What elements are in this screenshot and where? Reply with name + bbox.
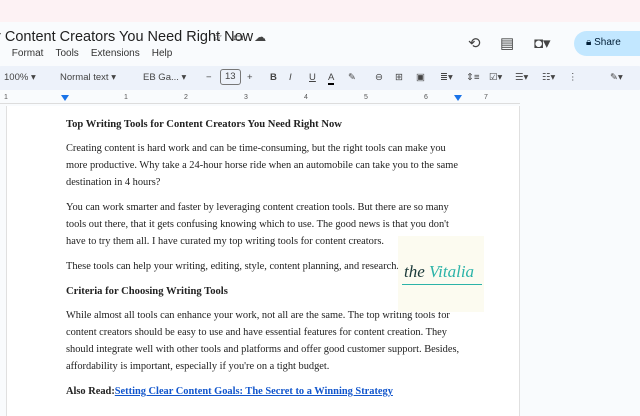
font-select[interactable]: EB Ga... ▾ xyxy=(143,72,186,83)
highlight-icon[interactable]: ✎ xyxy=(348,72,356,83)
bold-icon[interactable]: B xyxy=(270,72,277,83)
increase-font-button[interactable]: + xyxy=(247,72,253,83)
cloud-status-icon[interactable]: ☁ xyxy=(254,30,266,44)
add-comment-icon[interactable]: ⊞ xyxy=(395,72,403,83)
underline-icon[interactable]: U xyxy=(309,72,316,83)
right-indent-marker[interactable] xyxy=(454,95,462,101)
zoom-value: 100% xyxy=(4,72,29,83)
browser-strip xyxy=(0,0,640,22)
toolbar: 100% ▾ Normal text ▾ EB Ga... ▾ − 13 + B… xyxy=(0,66,640,90)
menu-extensions[interactable]: Extensions xyxy=(91,48,140,59)
menu-bar: t Format Tools Extensions Help xyxy=(0,48,173,59)
more-icon[interactable]: ⋮ xyxy=(568,72,578,83)
style-select[interactable]: Normal text ▾ xyxy=(60,72,116,83)
link-icon[interactable]: ⊖ xyxy=(375,72,383,83)
numbered-list-icon[interactable]: ☷▾ xyxy=(542,72,555,83)
align-icon[interactable]: ≣▾ xyxy=(440,72,453,83)
ruler-label: 6 xyxy=(424,94,428,101)
also-read-link[interactable]: Setting Clear Content Goals: The Secret … xyxy=(115,386,393,397)
ruler-label: 4 xyxy=(304,94,308,101)
font-size-input[interactable]: 13 xyxy=(220,69,241,85)
history-icon[interactable]: ⟲ xyxy=(468,34,481,52)
style-value: Normal text xyxy=(60,72,109,83)
bullet-list-icon[interactable]: ☰▾ xyxy=(515,72,528,83)
checklist-icon[interactable]: ☑▾ xyxy=(489,72,502,83)
paragraph: Creating content is hard work and can be… xyxy=(66,143,458,188)
left-indent-marker[interactable] xyxy=(61,95,69,101)
meet-icon[interactable]: ◘▾ xyxy=(534,34,551,52)
share-button[interactable]: 🔒︎ Share xyxy=(574,31,640,56)
heading: Top Writing Tools for Content Creators Y… xyxy=(66,119,342,130)
ruler-label: 2 xyxy=(184,94,188,101)
text-color-icon[interactable]: A xyxy=(328,72,335,85)
paragraph: While almost all tools can enhance your … xyxy=(66,310,460,372)
ruler-label: 3 xyxy=(244,94,248,101)
ruler-label: 1 xyxy=(124,94,128,101)
star-icon[interactable]: ☆ xyxy=(212,30,223,44)
ruler-label: 1 xyxy=(4,94,8,101)
lock-icon: 🔒︎ xyxy=(586,37,595,48)
line-spacing-icon[interactable]: ⇕≡ xyxy=(466,72,480,83)
vitalia-logo: the Vitalia xyxy=(398,236,484,312)
move-folder-icon[interactable]: ▭ xyxy=(233,30,244,44)
also-read: Also Read:Setting Clear Content Goals: T… xyxy=(66,383,462,400)
comments-icon[interactable]: ▤ xyxy=(500,34,514,52)
ruler[interactable]: 1 1 2 3 4 5 6 7 xyxy=(0,94,520,104)
font-value: EB Ga... xyxy=(143,72,179,83)
logo-image: the Vitalia xyxy=(404,262,475,281)
menu-tools[interactable]: Tools xyxy=(55,48,78,59)
ruler-label: 5 xyxy=(364,94,368,101)
menu-format[interactable]: Format xyxy=(12,48,44,59)
share-label: Share xyxy=(594,37,621,48)
zoom-select[interactable]: 100% ▾ xyxy=(4,72,36,83)
editing-mode-icon[interactable]: ✎▾ xyxy=(610,72,623,83)
ruler-label: 7 xyxy=(484,94,488,101)
also-read-label: Also Read: xyxy=(66,386,115,397)
insert-image-icon[interactable]: ▣ xyxy=(416,72,425,83)
italic-icon[interactable]: I xyxy=(289,72,292,83)
decrease-font-button[interactable]: − xyxy=(206,72,212,83)
menu-help[interactable]: Help xyxy=(152,48,173,59)
